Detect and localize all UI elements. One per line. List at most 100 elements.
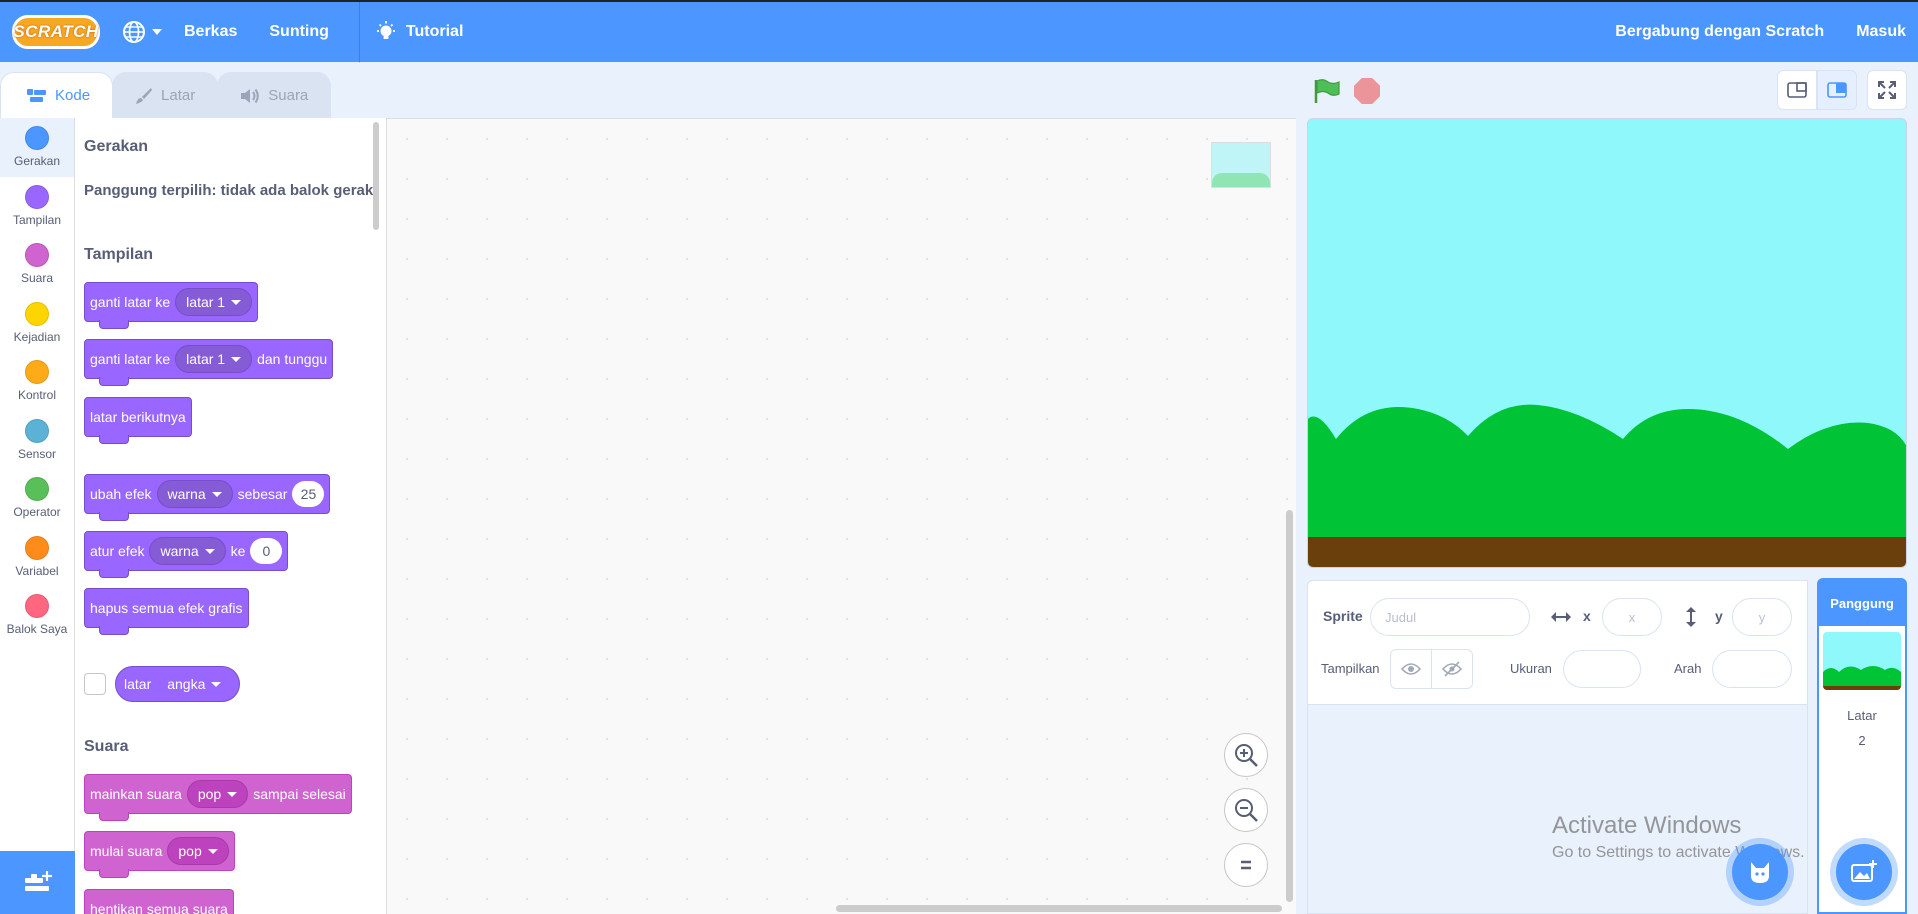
zoom-in-button[interactable] — [1224, 733, 1268, 777]
zoom-out-button[interactable] — [1224, 788, 1268, 832]
choose-sprite-button[interactable] — [1732, 844, 1788, 900]
block-play-sound-until-done[interactable]: mainkan suara pop sampai selesai — [84, 774, 352, 821]
block-text: mulai suara — [90, 843, 163, 859]
dropdown-value: warna — [167, 486, 206, 502]
lightbulb-icon — [376, 21, 395, 39]
tab-code[interactable]: Kode — [0, 72, 114, 118]
eye-hidden-icon — [1442, 661, 1462, 677]
effect-value-input[interactable]: 0 — [250, 538, 283, 564]
size-label: Ukuran — [1510, 661, 1552, 676]
dropdown-value: latar 1 — [186, 294, 226, 310]
category-sensing[interactable]: Sensor — [0, 411, 74, 470]
language-selector[interactable] — [122, 20, 162, 44]
block-palette: Gerakan Panggung terpilih: tidak ada bal… — [75, 118, 387, 914]
stage-canvas[interactable] — [1307, 118, 1907, 568]
category-control[interactable]: Kontrol — [0, 352, 74, 411]
join-scratch-link[interactable]: Bergabung dengan Scratch — [1599, 1, 1840, 63]
block-backdrop-reporter[interactable]: latar angka — [115, 666, 241, 702]
caret-down-icon — [231, 299, 242, 305]
choose-backdrop-button[interactable] — [1836, 844, 1892, 900]
block-clear-effects[interactable]: hapus semua efek grafis — [84, 588, 249, 635]
stop-icon[interactable] — [1354, 78, 1380, 104]
tab-sounds-label: Suara — [268, 87, 309, 104]
menu-divider — [358, 1, 360, 63]
backdrop-dropdown[interactable]: latar 1 — [175, 345, 253, 373]
add-extension-button[interactable] — [0, 851, 75, 914]
x-input[interactable]: x — [1602, 598, 1662, 636]
palette-heading-motion: Gerakan — [84, 138, 149, 155]
backdrop-dropdown[interactable]: latar 1 — [175, 288, 253, 316]
block-next-backdrop[interactable]: latar berikutnya — [84, 397, 192, 444]
sensing-category-dot — [25, 418, 49, 443]
sprite-name-input[interactable]: Judul — [1370, 598, 1530, 636]
caret-down-icon — [204, 548, 215, 554]
scratch-logo[interactable]: SCRATCH — [12, 15, 100, 49]
category-label: Sensor — [17, 446, 57, 461]
sign-in-link[interactable]: Masuk — [1840, 1, 1918, 63]
show-label: Tampilkan — [1321, 661, 1380, 676]
sound-dropdown[interactable]: pop — [186, 780, 249, 808]
motion-category-dot — [25, 126, 49, 151]
zoom-reset-button[interactable] — [1224, 843, 1268, 887]
category-operators[interactable]: Operator — [0, 469, 74, 528]
block-text: mainkan suara — [90, 786, 182, 802]
motion-stage-note: Panggung terpilih: tidak ada balok gerak — [84, 182, 374, 199]
horizontal-arrows-icon — [1551, 612, 1571, 622]
sprite-info-panel: Sprite Judul x x y y Tampilkan Ukuran Ar… — [1307, 580, 1808, 705]
brush-icon — [136, 87, 153, 104]
block-set-effect[interactable]: atur efek warna ke 0 — [84, 531, 289, 578]
palette-scrollbar[interactable] — [373, 122, 379, 230]
editor-tabs: Kode Latar Suara — [0, 72, 332, 118]
menu-edit[interactable]: Sunting — [253, 1, 345, 63]
block-stop-all-sounds[interactable]: hentikan semua suara — [84, 889, 234, 914]
looks-category-dot — [25, 184, 49, 209]
zoom-in-icon — [1235, 744, 1258, 767]
block-start-sound[interactable]: mulai suara pop — [84, 831, 235, 878]
direction-label: Arah — [1674, 661, 1702, 676]
menu-file[interactable]: Berkas — [168, 1, 253, 63]
hide-sprite-button[interactable] — [1431, 649, 1473, 689]
workspace-vertical-scrollbar[interactable] — [1286, 510, 1293, 902]
category-label: Variabel — [15, 563, 59, 578]
category-looks[interactable]: Tampilan — [0, 177, 74, 236]
category-variables[interactable]: Variabel — [0, 528, 74, 587]
backdrop-attribute-dropdown[interactable]: angka — [157, 671, 231, 697]
category-motion[interactable]: Gerakan — [0, 118, 74, 177]
category-menu: Gerakan Tampilan Suara Kejadian Kontrol … — [0, 118, 75, 851]
effect-dropdown[interactable]: warna — [156, 480, 233, 508]
block-text: latar — [124, 676, 152, 692]
sprite-list-area — [1307, 705, 1808, 914]
tab-backdrops[interactable]: Latar — [112, 72, 219, 118]
green-flag-icon[interactable] — [1313, 78, 1341, 104]
show-sprite-button[interactable] — [1390, 649, 1432, 689]
y-label: y — [1715, 608, 1723, 624]
fullscreen-button[interactable] — [1867, 70, 1907, 110]
tab-sounds[interactable]: Suara — [217, 72, 332, 118]
category-events[interactable]: Kejadian — [0, 294, 74, 353]
block-text: dan tunggu — [257, 351, 328, 367]
block-switch-backdrop[interactable]: ganti latar ke latar 1 — [84, 282, 259, 329]
effect-dropdown[interactable]: warna — [149, 537, 226, 565]
menu-tutorial[interactable]: Tutorial — [374, 1, 479, 63]
block-text: hapus semua efek grafis — [90, 600, 243, 616]
effect-amount-input[interactable]: 25 — [292, 481, 325, 507]
backdrop-thumbnail — [1823, 632, 1901, 690]
sound-dropdown[interactable]: pop — [167, 837, 229, 865]
block-switch-backdrop-wait[interactable]: ganti latar ke latar 1 dan tunggu — [84, 339, 334, 386]
size-input[interactable] — [1563, 650, 1641, 688]
script-workspace[interactable] — [387, 118, 1296, 914]
eye-icon — [1401, 663, 1421, 675]
backdrop-monitor-checkbox[interactable] — [84, 673, 106, 695]
caret-down-icon — [227, 791, 238, 797]
direction-input[interactable] — [1712, 650, 1792, 688]
small-stage-button[interactable] — [1777, 70, 1817, 110]
block-change-effect[interactable]: ubah efek warna sebesar 25 — [84, 474, 331, 521]
y-input[interactable]: y — [1732, 598, 1792, 636]
sound-category-dot — [25, 243, 49, 268]
large-stage-button[interactable] — [1817, 70, 1857, 110]
category-sound[interactable]: Suara — [0, 235, 74, 294]
backdrops-count: 2 — [1858, 733, 1866, 748]
workspace-horizontal-scrollbar[interactable] — [836, 905, 1282, 912]
category-my-blocks[interactable]: Balok Saya — [0, 586, 74, 645]
caret-down-icon — [207, 848, 218, 854]
